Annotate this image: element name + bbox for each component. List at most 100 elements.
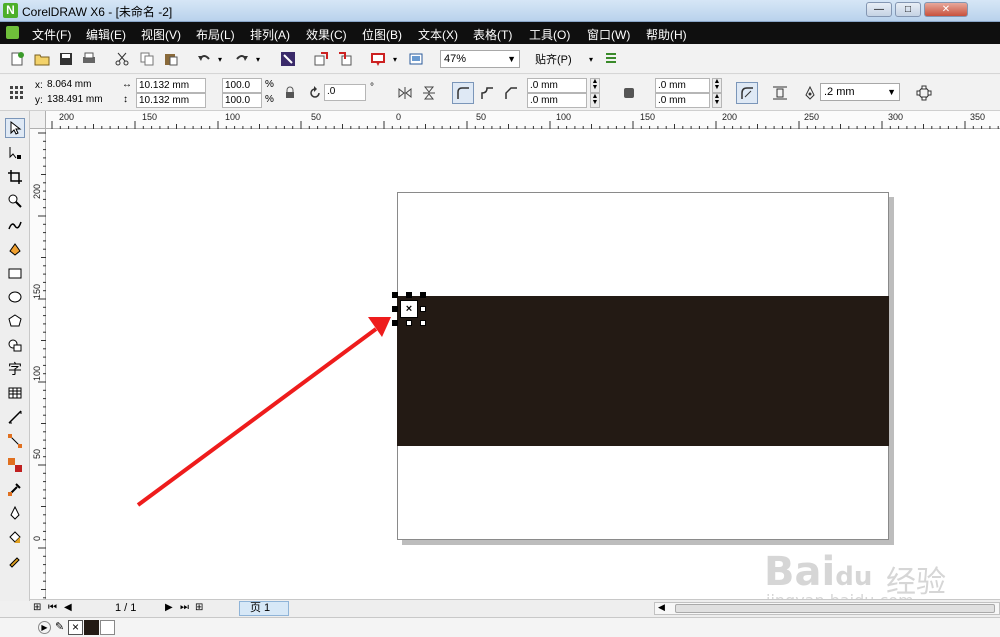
polygon-tool-icon[interactable] bbox=[5, 311, 25, 331]
object-height-field[interactable]: 10.132 mm bbox=[136, 93, 206, 108]
shape-tool-icon[interactable] bbox=[5, 143, 25, 163]
selection-handle[interactable] bbox=[406, 292, 412, 298]
welcome-screen-icon[interactable] bbox=[407, 50, 425, 68]
freehand-tool-icon[interactable] bbox=[5, 215, 25, 235]
black-swatch[interactable] bbox=[84, 620, 99, 635]
white-swatch[interactable] bbox=[100, 620, 115, 635]
selection-handle[interactable] bbox=[420, 320, 426, 326]
selection-handle[interactable] bbox=[392, 320, 398, 326]
search-content-icon[interactable] bbox=[279, 50, 297, 68]
menu-layout[interactable]: 布局(L) bbox=[196, 26, 235, 43]
ellipse-tool-icon[interactable] bbox=[5, 287, 25, 307]
snap-dropdown-icon[interactable]: ▾ bbox=[586, 50, 596, 68]
paste-icon[interactable] bbox=[162, 50, 180, 68]
corner4-spinner[interactable]: ▲ ▼ bbox=[712, 93, 722, 108]
page-tab[interactable]: 页 1 bbox=[239, 601, 289, 616]
horizontal-scrollbar[interactable]: ◀ bbox=[654, 602, 1000, 615]
selected-object[interactable]: × bbox=[392, 292, 427, 327]
next-page-icon[interactable]: ▶ bbox=[165, 602, 173, 613]
relative-corner-scaling-icon[interactable] bbox=[736, 82, 758, 104]
corner-radius-top-left[interactable]: .0 mm bbox=[527, 78, 587, 93]
connector-tool-icon[interactable] bbox=[5, 431, 25, 451]
undo-dropdown-icon[interactable]: ▾ bbox=[215, 50, 225, 68]
scalloped-corner-icon[interactable] bbox=[478, 84, 496, 102]
last-page-icon[interactable]: ⏭ bbox=[180, 602, 189, 613]
corner-radius-bottom-right[interactable]: .0 mm bbox=[655, 93, 710, 108]
horizontal-ruler[interactable]: 200 150 100 50 0 50 100 150 200 250 300 … bbox=[46, 111, 1000, 129]
rotation-angle-field[interactable]: .0 bbox=[324, 84, 366, 101]
save-icon[interactable] bbox=[57, 50, 75, 68]
selection-handle[interactable] bbox=[392, 306, 398, 312]
redo-dropdown-icon[interactable]: ▾ bbox=[253, 50, 263, 68]
menu-view[interactable]: 视图(V) bbox=[141, 26, 181, 43]
print-icon[interactable] bbox=[80, 50, 98, 68]
palette-options-icon[interactable]: ▶ bbox=[38, 621, 51, 634]
scale-y-field[interactable]: 100.0 bbox=[222, 93, 262, 108]
wrap-text-icon[interactable] bbox=[771, 84, 789, 102]
menu-bitmaps[interactable]: 位图(B) bbox=[362, 26, 402, 43]
corner-radius-top-right[interactable]: .0 mm bbox=[655, 78, 710, 93]
drawing-canvas[interactable]: × Baidu 经验 jingyan.baidu.com bbox=[46, 129, 1000, 599]
mirror-horizontal-icon[interactable] bbox=[396, 84, 414, 102]
text-tool-icon[interactable]: 字 bbox=[5, 359, 25, 379]
table-tool-icon[interactable] bbox=[5, 383, 25, 403]
fill-tool-icon[interactable] bbox=[5, 527, 25, 547]
close-button[interactable]: ✕ bbox=[924, 2, 968, 17]
application-launcher-icon[interactable] bbox=[369, 50, 387, 68]
eyedropper-tool-icon[interactable] bbox=[5, 479, 25, 499]
scale-x-field[interactable]: 100.0 bbox=[222, 78, 262, 93]
document-icon[interactable] bbox=[6, 26, 19, 39]
selection-handle[interactable] bbox=[420, 306, 426, 312]
black-rectangle[interactable] bbox=[397, 296, 889, 446]
pick-tool-icon[interactable] bbox=[5, 118, 25, 138]
scroll-left-icon[interactable]: ◀ bbox=[658, 602, 665, 613]
eyedropper-icon[interactable]: ✎ bbox=[55, 620, 64, 633]
chamfered-corner-icon[interactable] bbox=[502, 84, 520, 102]
redo-icon[interactable] bbox=[233, 50, 251, 68]
crop-tool-icon[interactable] bbox=[5, 167, 25, 187]
import-icon[interactable] bbox=[312, 50, 330, 68]
corner2-spinner[interactable]: ▲ ▼ bbox=[590, 93, 600, 108]
mirror-vertical-icon[interactable] bbox=[420, 84, 438, 102]
add-page-icon[interactable]: ⊞ bbox=[33, 602, 41, 613]
first-page-icon[interactable]: ⏮ bbox=[48, 602, 57, 613]
no-color-swatch[interactable]: × bbox=[68, 620, 83, 635]
selection-handle[interactable] bbox=[406, 320, 412, 326]
corner-radius-bottom-left[interactable]: .0 mm bbox=[527, 93, 587, 108]
menu-help[interactable]: 帮助(H) bbox=[646, 26, 687, 43]
menu-edit[interactable]: 编辑(E) bbox=[86, 26, 126, 43]
maximize-button[interactable]: □ bbox=[895, 2, 921, 17]
lock-ratio-icon[interactable] bbox=[281, 84, 299, 102]
minimize-button[interactable]: — bbox=[866, 2, 892, 17]
outline-width-select[interactable]: .2 mm ▼ bbox=[820, 83, 900, 101]
object-width-field[interactable]: 10.132 mm bbox=[136, 78, 206, 93]
undo-icon[interactable] bbox=[195, 50, 213, 68]
new-document-icon[interactable] bbox=[8, 50, 26, 68]
rectangle-tool-icon[interactable] bbox=[5, 263, 25, 283]
previous-page-icon[interactable]: ◀ bbox=[64, 602, 72, 613]
interactive-fill-tool-icon[interactable] bbox=[5, 551, 25, 571]
dimension-tool-icon[interactable] bbox=[5, 407, 25, 427]
menu-window[interactable]: 窗口(W) bbox=[587, 26, 630, 43]
blend-tool-icon[interactable] bbox=[5, 455, 25, 475]
y-position-field[interactable]: 138.491 mm bbox=[45, 93, 113, 108]
round-corner-icon[interactable] bbox=[452, 82, 474, 104]
add-page-after-icon[interactable]: ⊞ bbox=[195, 602, 203, 613]
export-icon[interactable] bbox=[336, 50, 354, 68]
vertical-ruler[interactable]: 200 150 100 50 0 bbox=[30, 129, 46, 599]
snap-to-menu[interactable]: 贴齐(P) bbox=[535, 50, 585, 68]
zoom-tool-icon[interactable] bbox=[5, 191, 25, 211]
outline-pen-tool-icon[interactable] bbox=[5, 503, 25, 523]
menu-file[interactable]: 文件(F) bbox=[32, 26, 71, 43]
copy-icon[interactable] bbox=[138, 50, 156, 68]
object-origin-icon[interactable] bbox=[8, 84, 26, 102]
selection-handle[interactable] bbox=[420, 292, 426, 298]
corner1-spinner[interactable]: ▲ ▼ bbox=[590, 78, 600, 93]
menu-effects[interactable]: 效果(C) bbox=[306, 26, 347, 43]
options-icon[interactable] bbox=[602, 50, 620, 68]
menu-table[interactable]: 表格(T) bbox=[473, 26, 512, 43]
menu-text[interactable]: 文本(X) bbox=[418, 26, 458, 43]
smart-fill-tool-icon[interactable] bbox=[5, 239, 25, 259]
zoom-level-select[interactable]: 47% ▼ bbox=[440, 50, 520, 68]
menu-arrange[interactable]: 排列(A) bbox=[250, 26, 290, 43]
